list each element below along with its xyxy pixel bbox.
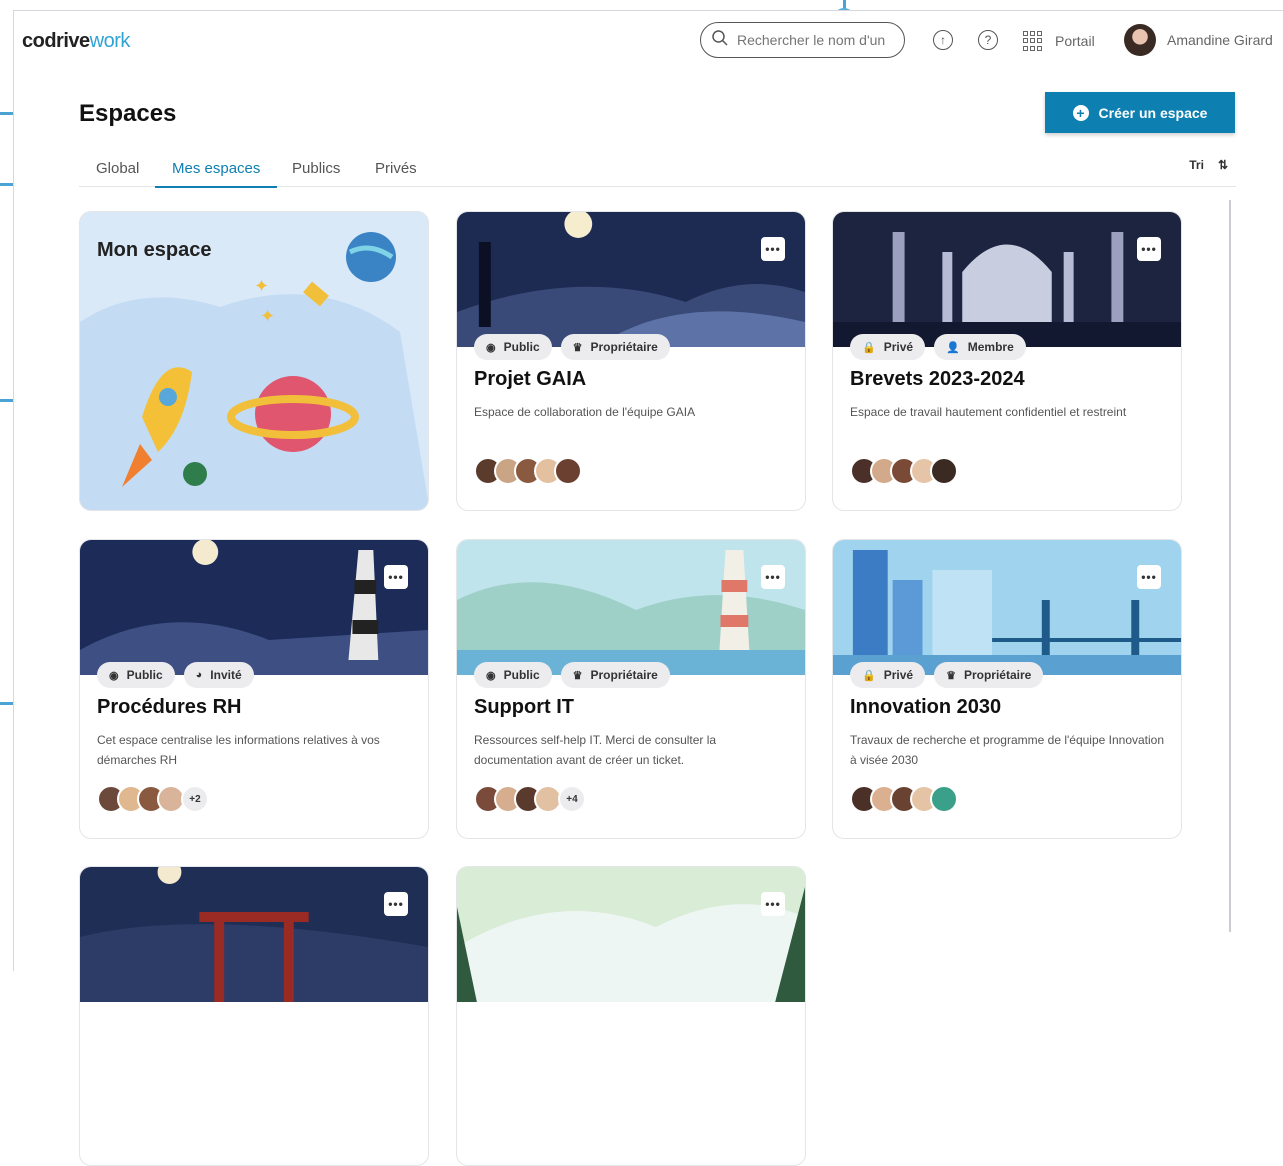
card-banner-image: [833, 540, 1181, 675]
space-card[interactable]: •••: [456, 866, 806, 1166]
user-name: Amandine Girard: [1167, 32, 1273, 48]
card-banner-image: [457, 540, 805, 675]
tab-global[interactable]: Global: [79, 160, 156, 186]
card-description: Espace de travail hautement confidentiel…: [850, 405, 1127, 419]
search-box[interactable]: [700, 22, 905, 58]
visibility-badge: ◉ Public: [97, 662, 175, 688]
member-avatars[interactable]: +2: [97, 785, 209, 813]
member-avatars[interactable]: [850, 457, 958, 485]
card-banner-image: [457, 212, 805, 347]
role-label: Invité: [210, 668, 242, 682]
portal-label: Portail: [1055, 33, 1095, 49]
help-icon[interactable]: ?: [978, 30, 998, 50]
space-card[interactable]: ••• 🔒 Privé ♛ Propriétaire Innovation 2030…: [832, 539, 1182, 839]
role-badge: ◕ Invité: [183, 662, 254, 688]
visibility-badge: ◉ Public: [474, 334, 552, 360]
card-title: Brevets 2023-2024: [850, 368, 1025, 390]
create-space-button[interactable]: + Créer un espace: [1045, 92, 1235, 133]
card-banner-image: [833, 212, 1181, 347]
search-icon: [711, 29, 729, 52]
visibility-badge: ◉ Public: [474, 662, 552, 688]
search-input[interactable]: [735, 31, 899, 49]
scrollbar[interactable]: [1229, 200, 1231, 932]
sort-label: Tri: [1189, 158, 1204, 172]
space-card[interactable]: ••• ◉ Public ♛ Propriétaire Projet GAIA Es…: [456, 211, 806, 511]
card-title: Procédures RH: [97, 696, 242, 718]
member-avatars[interactable]: [474, 457, 582, 485]
logo-main: codrive: [22, 30, 90, 52]
visibility-label: Public: [126, 668, 163, 682]
portal-link[interactable]: Portail: [1023, 31, 1095, 51]
person-icon: 👤: [946, 341, 960, 354]
visibility-label: Public: [503, 340, 540, 354]
card-banner-image: [80, 867, 428, 1002]
role-label: Propriétaire: [590, 668, 658, 682]
role-badge: ♛ Propriétaire: [934, 662, 1044, 688]
svg-text:✦: ✦: [254, 276, 269, 297]
card-title: Support IT: [474, 696, 574, 718]
tab-publics[interactable]: Publics: [275, 160, 357, 186]
upload-icon[interactable]: ↑: [933, 30, 953, 50]
tab-prives[interactable]: Privés: [358, 160, 434, 186]
member-avatars[interactable]: +4: [474, 785, 586, 813]
tab-mes-espaces[interactable]: Mes espaces: [155, 160, 278, 188]
role-badge: ♛ Propriétaire: [560, 662, 670, 688]
card-title: Innovation 2030: [850, 696, 1002, 718]
visibility-badge: 🔒 Privé: [850, 662, 926, 688]
role-label: Propriétaire: [590, 340, 658, 354]
lock-icon: 🔒: [862, 341, 876, 354]
crown-icon: ♛: [946, 669, 956, 682]
plus-icon: +: [1072, 104, 1089, 121]
eye-icon: ◉: [109, 669, 119, 682]
card-options-button[interactable]: •••: [1137, 237, 1161, 261]
svg-text:✦: ✦: [260, 306, 275, 327]
tabs-bar: Global Mes espaces Publics Privés Tri ⇅: [79, 154, 1236, 188]
card-banner-image: [80, 540, 428, 675]
card-description: Espace de collaboration de l'équipe GAIA: [474, 405, 696, 419]
crown-icon: ♛: [572, 669, 583, 682]
user-menu[interactable]: Amandine Girard: [1124, 24, 1273, 56]
app-logo[interactable]: codrivework: [22, 30, 130, 53]
visibility-label: Public: [503, 668, 540, 682]
extra-members-count[interactable]: +4: [558, 785, 586, 813]
visibility-badge: 🔒 Privé: [850, 334, 926, 360]
eye-icon: ◉: [486, 669, 496, 682]
role-badge: ♛ Propriétaire: [560, 334, 670, 360]
card-banner-image: [457, 867, 805, 1002]
member-avatars[interactable]: [850, 785, 958, 813]
my-space-card[interactable]: Mon espace ✦ ✦: [79, 211, 429, 511]
card-options-button[interactable]: •••: [1137, 565, 1161, 589]
card-options-button[interactable]: •••: [761, 237, 785, 261]
card-options-button[interactable]: •••: [384, 565, 408, 589]
extra-members-count[interactable]: +2: [181, 785, 209, 813]
space-card[interactable]: ••• 🔒 Privé 👤 Membre Brevets 2023-2024 Esp…: [832, 211, 1182, 511]
lock-icon: 🔒: [862, 669, 876, 682]
create-space-label: Créer un espace: [1098, 104, 1208, 121]
card-description: Ressources self-help IT. Merci de consul…: [474, 733, 717, 767]
space-card[interactable]: ••• ◉ Public ♛ Propriétaire Support IT Res…: [456, 539, 806, 839]
card-options-button[interactable]: •••: [384, 892, 408, 916]
visibility-label: Privé: [883, 340, 914, 354]
role-label: Propriétaire: [963, 668, 1032, 682]
crown-icon: ♛: [572, 341, 583, 354]
card-description: Travaux de recherche et programme de l'é…: [850, 733, 1165, 767]
card-options-button[interactable]: •••: [761, 892, 785, 916]
sort-icon: ⇅: [1217, 158, 1228, 172]
role-label: Membre: [967, 340, 1014, 354]
visibility-label: Privé: [883, 668, 914, 682]
user-avatar: [1124, 24, 1156, 56]
role-badge: 👤 Membre: [934, 334, 1026, 360]
card-options-button[interactable]: •••: [761, 565, 785, 589]
page-title: Espaces: [79, 100, 177, 127]
apps-grid-icon: [1023, 31, 1043, 51]
space-card[interactable]: ••• ◉ Public ◕ Invité Procédures RH Cet es…: [79, 539, 429, 839]
guest-icon: ◕: [195, 669, 203, 681]
rocket-illustration: ✦ ✦: [80, 232, 428, 510]
space-card[interactable]: •••: [79, 866, 429, 1166]
eye-icon: ◉: [486, 341, 496, 354]
card-description: Cet espace centralise les informations r…: [97, 733, 380, 767]
card-title: Projet GAIA: [474, 368, 587, 390]
logo-accent: work: [89, 30, 131, 52]
sort-control[interactable]: Tri ⇅: [1189, 158, 1228, 172]
